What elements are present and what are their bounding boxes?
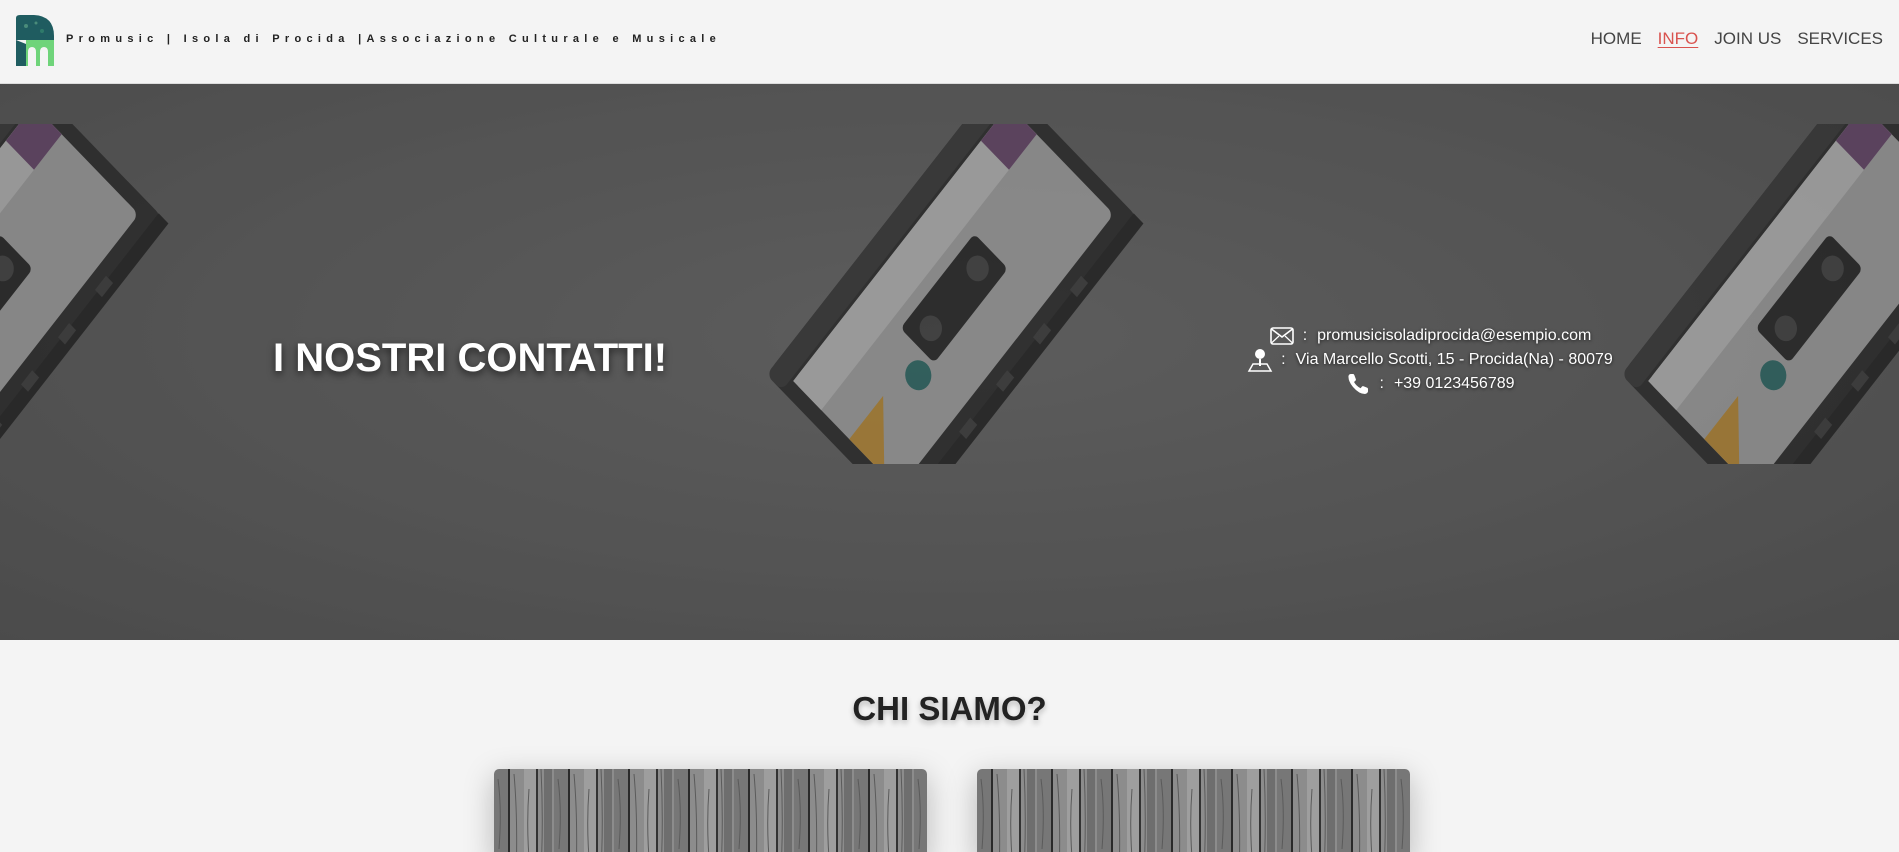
map-pin-icon <box>1247 348 1273 372</box>
nav-home[interactable]: HOME <box>1591 29 1642 49</box>
contact-email-text[interactable]: promusicisoladiprocida@esempio.com <box>1317 327 1591 345</box>
nav-join-us[interactable]: JOIN US <box>1714 29 1781 49</box>
contact-email: : promusicisoladiprocida@esempio.com <box>1230 324 1630 348</box>
contact-phone-text[interactable]: +39 0123456789 <box>1394 375 1515 393</box>
contact-phone: : +39 0123456789 <box>1230 372 1630 396</box>
contact-separator: : <box>1302 327 1308 344</box>
hero-banner: I NOSTRI CONTATTI! : promusicisoladiproc… <box>0 84 1899 640</box>
site-header: Promusic | Isola di Procida |Associazion… <box>0 0 1899 84</box>
promusic-logo-icon[interactable] <box>14 14 56 67</box>
contact-address: : Via Marcello Scotti, 15 - Procida(Na) … <box>1230 348 1630 372</box>
mail-icon <box>1269 324 1295 348</box>
about-card[interactable] <box>494 769 927 852</box>
nav-services[interactable]: SERVICES <box>1797 29 1883 49</box>
hero-title: I NOSTRI CONTATTI! <box>273 336 668 380</box>
contact-address-text: Via Marcello Scotti, 15 - Procida(Na) - … <box>1295 351 1613 368</box>
contact-separator: : <box>1379 375 1384 392</box>
about-title: CHI SIAMO? <box>852 690 1047 727</box>
brand-title[interactable]: Promusic | Isola di Procida |Associazion… <box>66 33 721 45</box>
main-nav: HOME INFO JOIN US SERVICES <box>1591 29 1883 49</box>
contact-separator: : <box>1281 351 1286 368</box>
about-card[interactable] <box>977 769 1410 852</box>
wood-texture-image <box>494 769 927 852</box>
phone-icon <box>1345 372 1371 396</box>
wood-texture-image <box>977 769 1410 852</box>
nav-info[interactable]: INFO <box>1658 29 1699 49</box>
contact-list: : promusicisoladiprocida@esempio.com : V… <box>1230 324 1630 396</box>
